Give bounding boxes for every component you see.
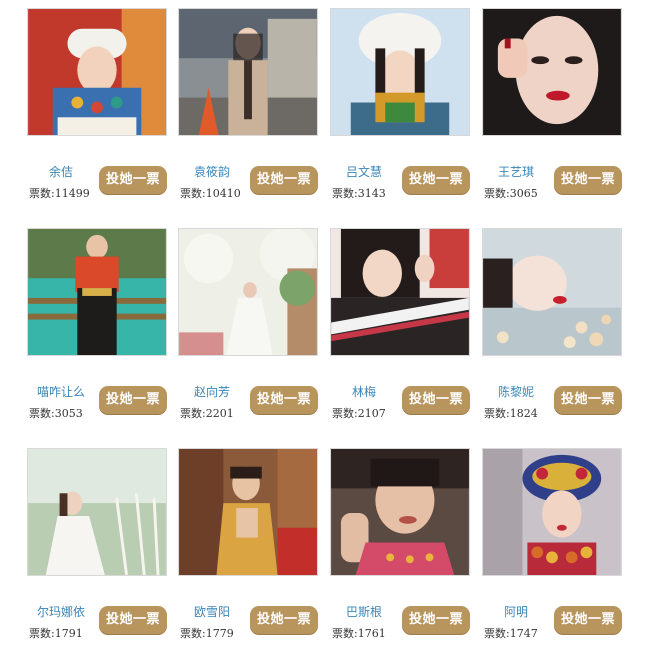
contestant-photo-image <box>179 9 317 135</box>
vote-button[interactable]: 投她一票 <box>554 386 622 414</box>
contestant-name: 喵咋让么 <box>36 385 85 399</box>
contestant-card: 赵向芳 票数:2201 投她一票 <box>178 228 328 433</box>
vote-button[interactable]: 投她一票 <box>554 606 622 634</box>
contestant-name: 阿明 <box>503 605 528 619</box>
contestant-photo[interactable] <box>330 8 470 136</box>
vote-button[interactable]: 投她一票 <box>402 606 470 634</box>
contestant-photo[interactable] <box>178 8 318 136</box>
contestant-photo-image <box>483 9 621 135</box>
contestant-photo-image <box>483 229 621 355</box>
contestant-photo-image <box>28 9 166 135</box>
contestant-votes: 票数:10410 <box>180 187 241 200</box>
contestant-photo[interactable] <box>178 448 318 576</box>
vote-button[interactable]: 投她一票 <box>554 166 622 194</box>
contestant-card: 喵咋让么 票数:3053 投她一票 <box>27 228 177 433</box>
contestant-card: 尔玛娜依 票数:1791 投她一票 <box>27 448 177 653</box>
contestant-photo-image <box>483 449 621 575</box>
contestant-name: 袁筱韵 <box>193 165 230 179</box>
contestant-name: 巴斯根 <box>345 605 382 619</box>
contestant-card: 欧雪阳 票数:1779 投她一票 <box>178 448 328 653</box>
contestant-photo[interactable] <box>178 228 318 356</box>
contestant-photo-image <box>331 229 469 355</box>
contestant-votes: 票数:3065 <box>484 187 538 200</box>
contestant-name: 尔玛娜依 <box>36 605 85 619</box>
contestant-votes: 票数:2201 <box>180 407 234 420</box>
contestant-photo[interactable] <box>27 8 167 136</box>
vote-button[interactable]: 投她一票 <box>402 166 470 194</box>
vote-button[interactable]: 投她一票 <box>402 386 470 414</box>
contestant-photo[interactable] <box>482 228 622 356</box>
contestant-votes: 票数:1791 <box>29 627 83 640</box>
contestant-card: 吕文慧 票数:3143 投她一票 <box>330 8 480 213</box>
contestant-votes: 票数:1747 <box>484 627 538 640</box>
contestant-photo-image <box>28 449 166 575</box>
contestant-name: 吕文慧 <box>345 165 382 179</box>
contestant-photo[interactable] <box>27 448 167 576</box>
contestant-name: 陈黎妮 <box>497 385 534 399</box>
contestant-votes: 票数:3053 <box>29 407 83 420</box>
contestant-name: 王艺琪 <box>497 165 534 179</box>
contestant-name: 余佶 <box>48 165 73 179</box>
contestant-votes: 票数:1824 <box>484 407 538 420</box>
vote-button[interactable]: 投她一票 <box>99 166 167 194</box>
contestant-votes: 票数:11499 <box>29 187 90 200</box>
vote-button[interactable]: 投她一票 <box>250 606 318 634</box>
contestant-votes: 票数:1761 <box>332 627 386 640</box>
contestant-card: 王艺琪 票数:3065 投她一票 <box>482 8 632 213</box>
contestant-photo-image <box>179 449 317 575</box>
contestant-votes: 票数:1779 <box>180 627 234 640</box>
contestant-votes: 票数:3143 <box>332 187 386 200</box>
vote-button[interactable]: 投她一票 <box>99 386 167 414</box>
vote-button[interactable]: 投她一票 <box>99 606 167 634</box>
contestant-photo-image <box>179 229 317 355</box>
contestant-card: 陈黎妮 票数:1824 投她一票 <box>482 228 632 433</box>
contestant-photo-image <box>331 449 469 575</box>
contestant-photo[interactable] <box>482 448 622 576</box>
contestant-votes: 票数:2107 <box>332 407 386 420</box>
contestant-name: 赵向芳 <box>193 385 230 399</box>
vote-button[interactable]: 投她一票 <box>250 386 318 414</box>
contestant-card: 余佶 票数:11499 投她一票 <box>27 8 177 213</box>
contestant-name: 林梅 <box>351 385 376 399</box>
contestant-card: 阿明 票数:1747 投她一票 <box>482 448 632 653</box>
contestant-card: 林梅 票数:2107 投她一票 <box>330 228 480 433</box>
contestant-photo[interactable] <box>330 228 470 356</box>
contestant-grid: 余佶 票数:11499 投她一票 袁筱韵 票数:10410 投她一票 吕文慧 票… <box>0 0 650 649</box>
contestant-photo[interactable] <box>27 228 167 356</box>
contestant-photo-image <box>331 9 469 135</box>
contestant-photo[interactable] <box>482 8 622 136</box>
vote-button[interactable]: 投她一票 <box>250 166 318 194</box>
contestant-photo-image <box>28 229 166 355</box>
contestant-photo[interactable] <box>330 448 470 576</box>
contestant-name: 欧雪阳 <box>193 605 230 619</box>
contestant-card: 袁筱韵 票数:10410 投她一票 <box>178 8 328 213</box>
contestant-card: 巴斯根 票数:1761 投她一票 <box>330 448 480 653</box>
